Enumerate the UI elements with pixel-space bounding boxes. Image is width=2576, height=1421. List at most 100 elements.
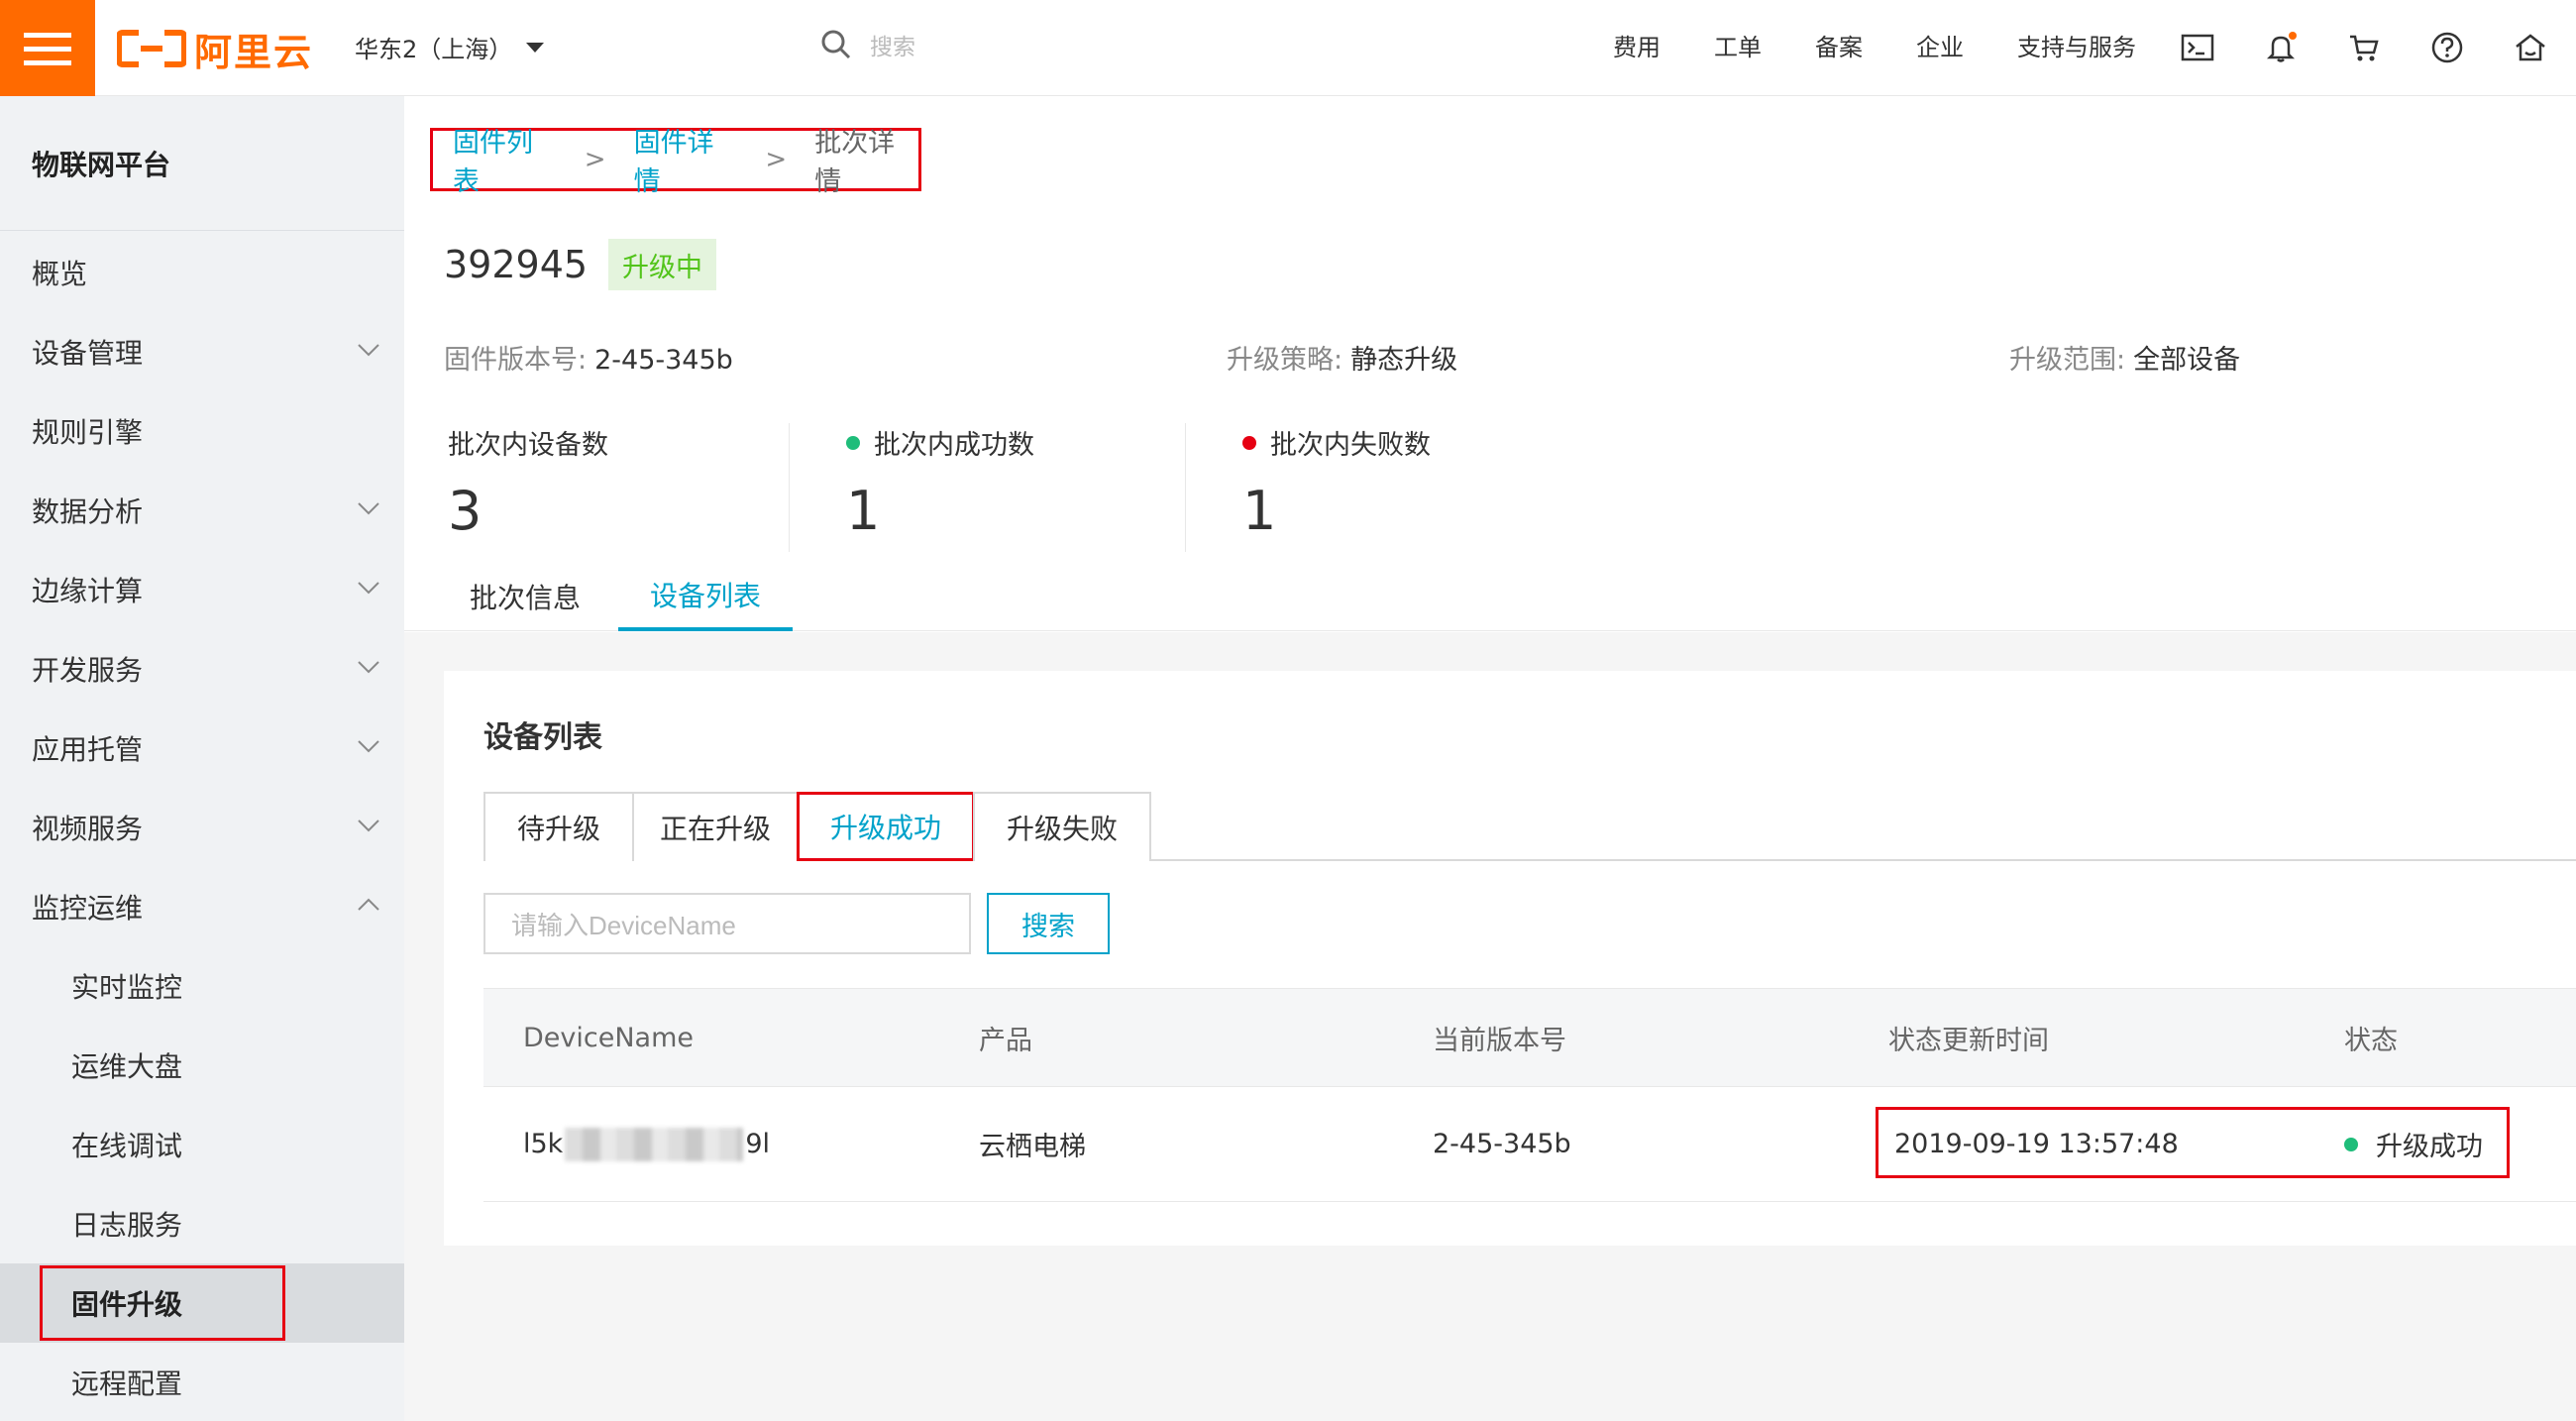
card-title: 设备列表 (483, 720, 602, 755)
sidebar-item-video-services[interactable]: 视频服务 (0, 788, 404, 867)
nav-support[interactable]: 支持与服务 (2017, 28, 2136, 62)
aliyun-logo[interactable]: 阿里云 (117, 22, 313, 75)
notification-dot (2289, 32, 2297, 40)
global-search[interactable]: 搜索 (820, 28, 915, 61)
sidebar-item-device-management[interactable]: 设备管理 (0, 312, 404, 391)
home-button[interactable] (2513, 26, 2548, 69)
nav-tickets[interactable]: 工单 (1714, 28, 1762, 62)
col-version: 当前版本号 (1433, 1025, 1566, 1056)
breadcrumb-separator: > (765, 145, 788, 174)
subtab-pending[interactable]: 待升级 (483, 792, 634, 861)
breadcrumb-separator: > (584, 145, 606, 174)
nav-icp[interactable]: 备案 (1815, 28, 1863, 62)
status-text: 升级成功 (2376, 1132, 2483, 1162)
chevron-down-icon (358, 502, 379, 515)
sidebar-item-data-analysis[interactable]: 数据分析 (0, 471, 404, 550)
help-icon (2431, 32, 2463, 63)
sidebar-item-label: 开发服务 (32, 654, 144, 687)
sidebar-item-label: 规则引擎 (32, 416, 144, 449)
fail-dot-icon (1242, 435, 1256, 450)
meta-key: 固件版本号: (444, 345, 588, 376)
brand-name: 阿里云 (194, 30, 314, 74)
stat-label-text: 批次内设备数 (448, 430, 608, 461)
sidebar-item-remote-config[interactable]: 远程配置 (0, 1343, 404, 1421)
cell-device-name: l5k 9l (523, 1087, 770, 1201)
device-search-button[interactable]: 搜索 (987, 893, 1110, 954)
stat-label: 批次内成功数 (846, 423, 1034, 462)
sidebar-item-log-service[interactable]: 日志服务 (0, 1184, 404, 1263)
terminal-button[interactable] (2180, 26, 2215, 69)
top-icon-group (2180, 26, 2548, 69)
subtab-success[interactable]: 升级成功 (797, 792, 975, 861)
chevron-up-icon (358, 898, 379, 911)
sidebar-item-label: 数据分析 (32, 495, 144, 528)
sidebar-item-edge-computing[interactable]: 边缘计算 (0, 550, 404, 629)
batch-id: 392945 (444, 243, 589, 286)
breadcrumb-firmware-list[interactable]: 固件列表 (453, 121, 557, 198)
sidebar-item-ops-dashboard[interactable]: 运维大盘 (0, 1026, 404, 1105)
table-header: DeviceName 产品 当前版本号 状态更新时间 状态 (483, 988, 2576, 1087)
platform-title: 物联网平台 (0, 96, 404, 231)
detail-tabs: 批次信息 设备列表 (404, 562, 2576, 631)
sidebar-item-label: 应用托管 (32, 733, 144, 766)
aliyun-logo-mark-icon (117, 30, 186, 67)
subtab-failed[interactable]: 升级失败 (973, 792, 1151, 861)
subtab-upgrading[interactable]: 正在升级 (632, 792, 799, 861)
main-content: 固件列表 > 固件详情 > 批次详情 392945 升级中 固件版本号: 2-45… (404, 96, 2576, 1421)
notification-button[interactable] (2263, 26, 2299, 69)
device-list-card: 设备列表 待升级 正在升级 升级成功 升级失败 请输入DeviceName 搜索… (444, 671, 2576, 1246)
table-row[interactable]: l5k 9l 云栖电梯 2-45-345b 2019-09-19 13:57:48… (483, 1087, 2576, 1202)
stat-label-text: 批次内成功数 (874, 430, 1034, 461)
hamburger-icon (24, 32, 71, 65)
tab-batch-info[interactable]: 批次信息 (456, 562, 594, 631)
sidebar-item-realtime-monitoring[interactable]: 实时监控 (0, 946, 404, 1026)
meta-upgrade-strategy: 升级策略: 静态升级 (1227, 338, 1457, 377)
sidebar-item-firmware-upgrade[interactable]: 固件升级 (0, 1263, 404, 1343)
sidebar-item-label: 在线调试 (71, 1130, 183, 1162)
breadcrumb-firmware-detail[interactable]: 固件详情 (634, 121, 738, 198)
search-icon (821, 30, 851, 59)
menu-toggle-button[interactable] (0, 0, 95, 96)
chevron-down-icon (358, 820, 379, 832)
sidebar-item-label: 监控运维 (32, 892, 144, 925)
stat-success-count: 批次内成功数 1 (846, 423, 1034, 562)
stat-fail-count: 批次内失败数 1 (1242, 423, 1431, 562)
batch-header-panel: 固件列表 > 固件详情 > 批次详情 392945 升级中 固件版本号: 2-45… (404, 96, 2576, 632)
breadcrumb: 固件列表 > 固件详情 > 批次详情 (430, 128, 921, 197)
col-product: 产品 (979, 1025, 1032, 1056)
stat-value: 1 (846, 480, 881, 542)
stat-label-text: 批次内失败数 (1270, 430, 1431, 461)
terminal-icon (2181, 34, 2214, 61)
sidebar-item-label: 视频服务 (32, 813, 144, 845)
breadcrumb-batch-detail: 批次详情 (814, 128, 896, 197)
search-placeholder: 搜索 (870, 35, 915, 60)
device-name-suffix: 9l (745, 1129, 771, 1159)
nav-fees[interactable]: 费用 (1613, 28, 1661, 62)
device-name-input[interactable]: 请输入DeviceName (483, 893, 971, 954)
region-selector[interactable]: 华东2（上海） (355, 30, 545, 64)
device-table: DeviceName 产品 当前版本号 状态更新时间 状态 l5k 9l 云栖电梯… (483, 988, 2576, 1202)
status-badge: 升级中 (608, 239, 716, 290)
meta-value: 全部设备 (2133, 345, 2241, 376)
success-dot-icon (2344, 1137, 2358, 1151)
sidebar-item-online-debug[interactable]: 在线调试 (0, 1105, 404, 1184)
sidebar-item-overview[interactable]: 概览 (0, 233, 404, 312)
help-button[interactable] (2429, 26, 2465, 69)
stat-label: 批次内失败数 (1242, 423, 1431, 462)
sidebar-item-monitoring-ops[interactable]: 监控运维 (0, 867, 404, 946)
divider (1185, 423, 1186, 552)
col-update-time: 状态更新时间 (1888, 1025, 2049, 1056)
top-bar: 阿里云 华东2（上海） 搜索 费用 工单 备案 企业 支持与服务 (0, 0, 2576, 96)
sidebar-item-rule-engine[interactable]: 规则引擎 (0, 391, 404, 471)
nav-enterprise[interactable]: 企业 (1916, 28, 1964, 62)
tab-device-list[interactable]: 设备列表 (618, 562, 793, 631)
stat-label: 批次内设备数 (448, 423, 608, 462)
meta-firmware-version: 固件版本号: 2-45-345b (444, 338, 733, 377)
cart-button[interactable] (2346, 26, 2382, 69)
sidebar-item-dev-services[interactable]: 开发服务 (0, 629, 404, 709)
sidebar-item-app-hosting[interactable]: 应用托管 (0, 709, 404, 788)
cell-version: 2-45-345b (1433, 1129, 1571, 1159)
chevron-down-icon (358, 661, 379, 674)
sidebar-item-label: 运维大盘 (71, 1050, 183, 1083)
meta-value: 2-45-345b (594, 345, 733, 376)
